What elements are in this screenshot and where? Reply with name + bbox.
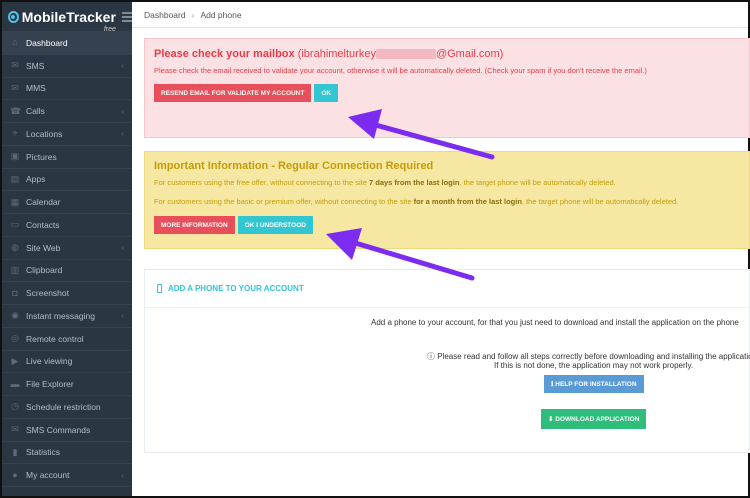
mobile-phone-icon [157,284,162,293]
sidebar-item-my-account[interactable]: ● My account ‹ [2,464,132,487]
free-offer-message: For customers using the free offer, with… [154,178,616,187]
sidebar-item-schedule-restriction[interactable]: ◷ Schedule restriction [2,396,132,419]
sidebar-item-label: My account [26,470,70,481]
map-icon: ⌖ [12,128,18,139]
sidebar-item-label: Remote control [26,333,84,344]
sidebar-item-sms[interactable]: ✉ SMS ‹ [2,55,132,78]
main-area: Dashboard › Add phone Please check your … [132,2,750,496]
apps-icon: ▤ [10,173,20,184]
connection-info-alert: Important Information - Regular Connecti… [144,151,750,249]
download-application-button[interactable]: ⬇ DOWNLOAD APPLICATION [541,409,647,429]
user-icon: ● [12,469,18,480]
sidebar-item-pictures[interactable]: ▣ Pictures [2,146,132,169]
sidebar-item-contacts[interactable]: ▭ Contacts [2,214,132,237]
sidebar-item-file-explorer[interactable]: ▬ File Explorer [2,373,132,396]
breadcrumb-separator: › [191,9,195,20]
video-icon: ▶ [11,355,19,366]
breadcrumb-home[interactable]: Dashboard [144,10,186,20]
sidebar-item-label: Pictures [26,151,57,162]
sidebar-item-screenshot[interactable]: ◘ Screenshot [2,282,132,305]
phone-icon: ☎ [10,105,22,116]
info-circle-icon: ⓘ [427,352,438,361]
chart-icon: ▮ [12,446,18,457]
sidebar-nav: ⌂ Dashboard ✉ SMS ‹ ✉ MMS ☎ Calls ‹ ⌖ Locations ‹ ▣ Pi… [2,32,132,487]
install-warning-line2: If this is not done, the application may… [494,361,694,370]
download-icon: ⬇ [548,416,556,423]
hamburger-menu-icon[interactable] [121,11,132,22]
sidebar-item-label: File Explorer [26,379,74,390]
logo-icon [8,10,19,23]
home-icon: ⌂ [12,37,18,48]
globe-icon: ◍ [11,242,19,253]
chevron-left-icon: ‹ [121,106,124,116]
mailbox-ok-button[interactable]: OK [314,84,339,102]
remote-icon: ◎ [11,333,19,344]
sidebar-item-label: Locations [26,128,63,139]
sidebar-item-label: Calendar [26,197,61,208]
sidebar-item-label: Clipboard [26,265,63,276]
ok-understood-button[interactable]: OK I UNDERSTOOD [237,216,313,234]
sidebar-item-calendar[interactable]: ▦ Calendar [2,191,132,214]
sidebar-item-remote-control[interactable]: ◎ Remote control [2,328,132,351]
more-information-button[interactable]: MORE INFORMATION [154,216,235,234]
sidebar-item-statistics[interactable]: ▮ Statistics [2,442,132,465]
help-installation-button[interactable]: ℹ HELP FOR INSTALLATION [544,375,644,393]
sidebar-item-label: Screenshot [26,288,69,299]
mailbox-alert-message: Please check the email received to valid… [154,66,647,75]
sidebar-item-calls[interactable]: ☎ Calls ‹ [2,100,132,123]
chevron-left-icon: ‹ [121,129,124,139]
folder-icon: ▬ [10,378,20,389]
picture-icon: ▣ [10,151,20,162]
breadcrumb-current: Add phone [200,9,242,20]
sidebar-item-label: Apps [26,174,46,185]
email-address: (ibrahimelturkey @Gmail.com) [297,48,504,60]
camera-icon: ◘ [12,287,18,298]
sidebar-item-site-web[interactable]: ◍ Site Web ‹ [2,237,132,260]
add-phone-title: ADD A PHONE TO YOUR ACCOUNT [145,270,749,308]
sidebar-item-label: Statistics [26,447,61,458]
chevron-left-icon: ‹ [121,470,124,480]
mailbox-alert: Please check your mailbox (ibrahimelturk… [144,38,750,138]
envelope-icon: ✉ [11,424,19,435]
envelope-icon: ✉ [11,82,19,93]
sidebar-item-label: Live viewing [26,356,73,367]
add-phone-panel: ADD A PHONE TO YOUR ACCOUNT Add a phone … [144,269,750,453]
breadcrumb: Dashboard › Add phone [132,2,748,28]
chat-icon: ◉ [11,310,19,321]
sidebar-item-label: Schedule restriction [26,401,101,412]
sidebar-item-label: Calls [26,106,45,117]
envelope-icon: ✉ [11,60,19,71]
mailbox-alert-title: Please check your mailbox (ibrahimelturk… [154,48,504,60]
sidebar-item-label: SMS [26,60,45,71]
sidebar: MobileTracker free ⌂ Dashboard ✉ SMS ‹ ✉ MMS ☎ C… [2,2,132,496]
chevron-left-icon: ‹ [121,311,124,321]
sidebar-item-locations[interactable]: ⌖ Locations ‹ [2,123,132,146]
sidebar-item-mms[interactable]: ✉ MMS [2,78,132,101]
redacted-email-part [375,49,436,60]
resend-email-button[interactable]: RESEND EMAIL FOR VALIDATE MY ACCOUNT [154,84,312,102]
info-alert-title: Important Information - Regular Connecti… [154,160,434,172]
sidebar-item-live-viewing[interactable]: ▶ Live viewing [2,351,132,374]
calendar-icon: ▦ [10,196,20,207]
logo-text: MobileTracker free [22,10,116,33]
chevron-left-icon: ‹ [121,61,124,71]
logo[interactable]: MobileTracker free [2,2,132,33]
sidebar-item-apps[interactable]: ▤ Apps [2,169,132,192]
chevron-left-icon: ‹ [121,243,124,253]
sidebar-item-label: Contacts [26,219,60,230]
sidebar-item-sms-commands[interactable]: ✉ SMS Commands [2,419,132,442]
sidebar-item-label: Instant messaging [26,310,95,321]
sidebar-item-label: Dashboard [26,37,68,48]
sidebar-item-label: MMS [26,83,46,94]
sidebar-item-instant-messaging[interactable]: ◉ Instant messaging ‹ [2,305,132,328]
sidebar-item-clipboard[interactable]: ▥ Clipboard [2,260,132,283]
sidebar-item-dashboard[interactable]: ⌂ Dashboard [2,32,132,55]
sidebar-item-label: Site Web [26,242,61,253]
premium-offer-message: For customers using the basic or premium… [154,197,679,206]
clipboard-icon: ▥ [10,264,20,275]
add-phone-intro: Add a phone to your account, for that yo… [371,318,739,327]
clock-icon: ◷ [11,401,19,412]
sidebar-item-label: SMS Commands [26,424,91,435]
contacts-icon: ▭ [10,219,20,230]
